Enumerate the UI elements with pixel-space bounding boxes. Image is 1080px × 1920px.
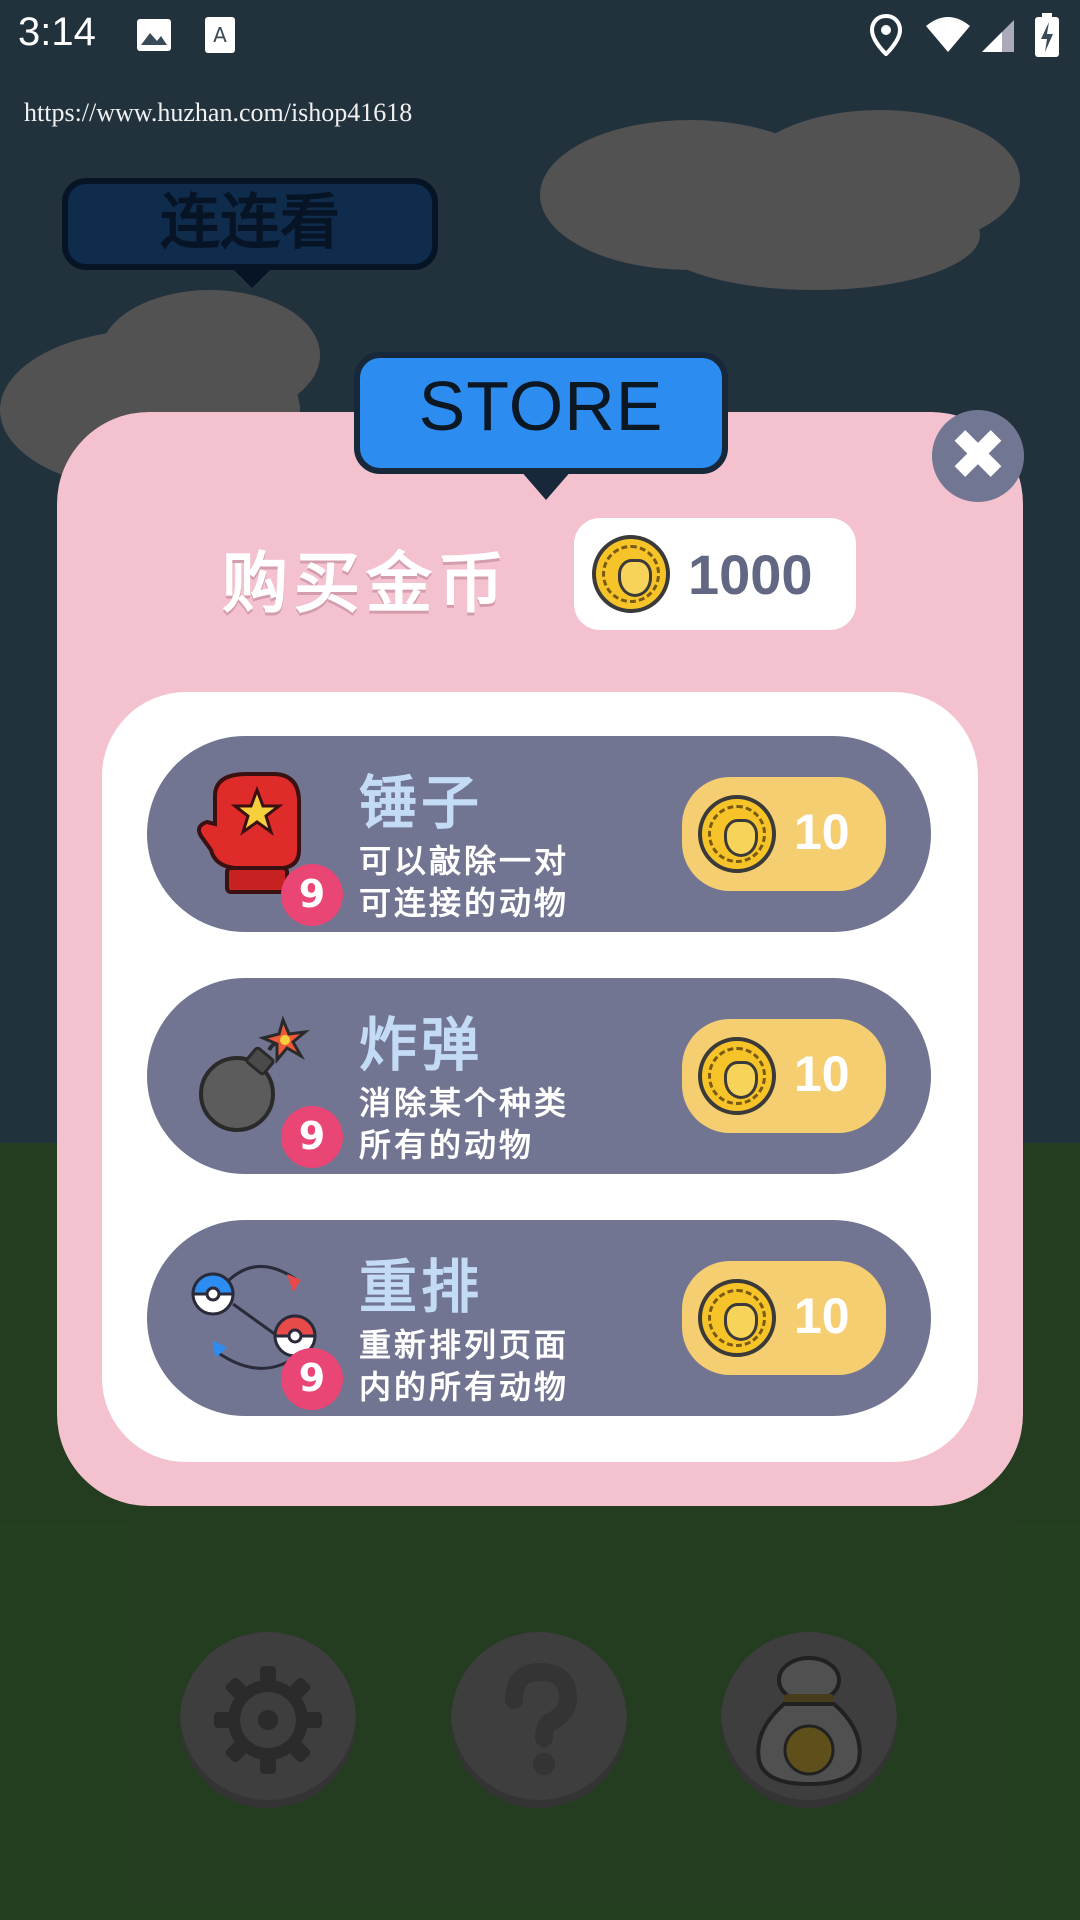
store-item-shuffle: 9 重排 重新排列页面 内的所有动物 10 xyxy=(147,1220,931,1416)
item-description-line2: 所有的动物 xyxy=(359,1126,535,1164)
buy-hammer-button[interactable]: 10 xyxy=(682,777,886,891)
store-banner-title: STORE xyxy=(418,367,664,445)
item-description-line1: 消除某个种类 xyxy=(359,1084,570,1122)
item-price: 10 xyxy=(794,1046,850,1102)
item-price: 10 xyxy=(794,804,850,860)
battery-charging-icon xyxy=(1035,13,1059,57)
coin-balance: 1000 xyxy=(574,518,856,630)
svg-text:A: A xyxy=(213,23,227,47)
store-item-hammer: 9 锤子 可以敲除一对 可连接的动物 10 xyxy=(147,736,931,932)
coin-icon xyxy=(698,1037,776,1115)
url-watermark: https://www.huzhan.com/ishop41618 xyxy=(24,98,413,127)
close-button[interactable]: ✖ xyxy=(932,410,1024,502)
coin-icon xyxy=(698,795,776,873)
close-icon: ✖ xyxy=(948,414,1008,496)
image-notification-icon xyxy=(137,19,171,51)
coin-icon xyxy=(592,535,670,613)
item-quantity-badge: 9 xyxy=(281,1106,343,1168)
item-description-line2: 内的所有动物 xyxy=(359,1368,570,1406)
cell-signal-icon xyxy=(982,20,1014,52)
item-description-line2: 可连接的动物 xyxy=(359,884,570,922)
font-notification-icon: A xyxy=(205,17,235,53)
item-name: 炸弹 xyxy=(359,1011,484,1079)
item-quantity-badge: 9 xyxy=(281,864,343,926)
item-name: 锤子 xyxy=(359,769,484,837)
buy-shuffle-button[interactable]: 10 xyxy=(682,1261,886,1375)
coin-count: 1000 xyxy=(688,543,813,606)
buy-bomb-button[interactable]: 10 xyxy=(682,1019,886,1133)
buy-coins-title: 购买金币 xyxy=(222,545,510,622)
item-price: 10 xyxy=(794,1288,850,1344)
wifi-icon xyxy=(926,17,970,52)
item-description-line1: 重新排列页面 xyxy=(359,1326,570,1364)
store-item-bomb: 9 炸弹 消除某个种类 所有的动物 10 xyxy=(147,978,931,1174)
coin-icon xyxy=(698,1279,776,1357)
location-icon xyxy=(870,14,902,56)
item-quantity-badge: 9 xyxy=(281,1348,343,1410)
status-bar: 3:14 A xyxy=(0,0,1080,72)
store-banner: STORE xyxy=(354,352,728,500)
item-name: 重排 xyxy=(359,1253,484,1321)
status-time: 3:14 xyxy=(18,10,96,54)
item-description-line1: 可以敲除一对 xyxy=(359,842,570,880)
